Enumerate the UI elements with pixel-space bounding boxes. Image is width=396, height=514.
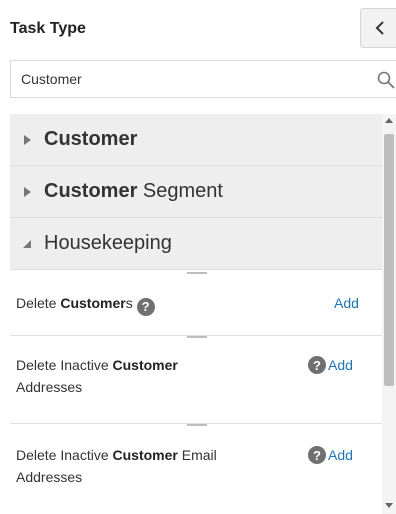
task-type-list: Customer Customer Segment Housekeeping D… (10, 114, 382, 514)
category-row-housekeeping[interactable]: Housekeeping (10, 218, 382, 270)
task-row: Delete Customers ? Add (10, 272, 382, 336)
help-icon[interactable]: ? (308, 446, 326, 464)
search-icon[interactable] (377, 71, 395, 89)
page-title: Task Type (10, 20, 86, 37)
task-row: Delete Inactive Customer Addresses ? Add (10, 336, 382, 424)
category-row-customer[interactable]: Customer (10, 114, 382, 166)
expand-arrow-icon[interactable] (10, 186, 44, 198)
collapse-arrow-icon[interactable] (10, 238, 44, 250)
search-box (10, 60, 396, 98)
add-link[interactable]: Add (328, 357, 353, 373)
drag-handle[interactable] (187, 272, 207, 274)
drag-handle[interactable] (187, 336, 207, 338)
category-label: Housekeeping (44, 232, 172, 254)
help-icon[interactable]: ? (136, 298, 155, 316)
task-label: Delete Inactive Customer Addresses (16, 357, 178, 395)
task-row: Delete Inactive Customer Email Addresses… (10, 424, 382, 514)
task-label: Delete Customers ? (16, 292, 155, 316)
scrollbar-thumb[interactable] (384, 134, 394, 386)
scrollbar[interactable] (382, 114, 396, 514)
help-icon[interactable]: ? (308, 356, 326, 374)
chevron-left-icon (375, 21, 384, 35)
scroll-down-arrow-icon[interactable] (385, 503, 393, 508)
add-link[interactable]: Add (334, 295, 359, 311)
category-label: Customer Segment (44, 180, 223, 202)
collapse-panel-button[interactable] (360, 8, 396, 48)
task-label: Delete Inactive Customer Email Addresses (16, 447, 217, 485)
category-label: Customer (44, 128, 138, 150)
scroll-up-arrow-icon[interactable] (385, 118, 393, 123)
search-input[interactable] (11, 61, 396, 97)
expand-arrow-icon[interactable] (10, 134, 44, 146)
add-link[interactable]: Add (328, 447, 353, 463)
drag-handle[interactable] (187, 424, 207, 426)
category-row-customer-segment[interactable]: Customer Segment (10, 166, 382, 218)
